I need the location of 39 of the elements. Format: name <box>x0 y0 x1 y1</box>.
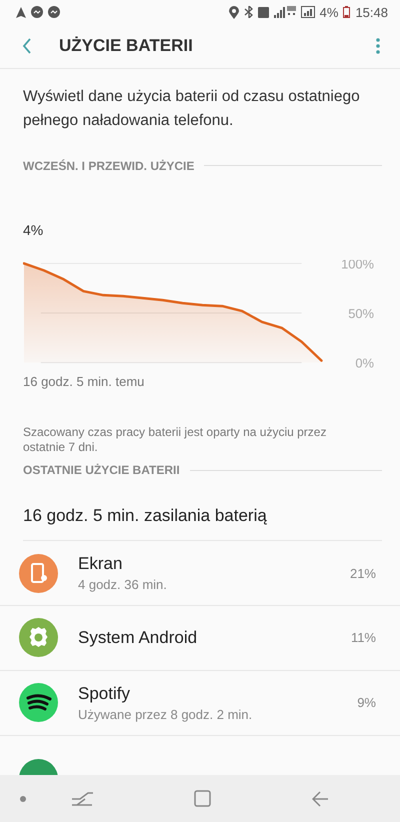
section-header: WCZEŚN. I PRZEWID. UŻYCIE <box>23 158 194 173</box>
axis-label: 0% <box>355 355 374 370</box>
navigation-icon <box>16 6 26 18</box>
estimate-note: Szacowany czas pracy baterii jest oparty na użyciu przez ostatnie 7 dni. <box>23 424 328 455</box>
location-icon <box>228 6 239 18</box>
bluetooth-icon <box>244 6 253 18</box>
battery-percent: 4% <box>320 4 338 20</box>
lte-signal-icon <box>274 6 296 18</box>
usage-time: 4 godz. 36 min. <box>78 577 168 592</box>
signal-icon <box>300 6 315 18</box>
app-name: System Android <box>78 628 198 648</box>
more-options-icon[interactable] <box>376 38 380 54</box>
clock: 15:48 <box>355 4 388 20</box>
messenger-icon <box>48 6 60 18</box>
app-icon <box>19 758 58 775</box>
usage-percent: 11% <box>350 630 376 646</box>
messenger-icon <box>31 6 43 18</box>
spotify-app-icon <box>19 683 58 722</box>
time-label: 16 godz. 5 min. temu <box>23 374 146 389</box>
screen-app-icon <box>19 554 58 593</box>
app-name: Ekran <box>78 554 124 574</box>
usage-percent: 9% <box>357 695 376 710</box>
battery-low-icon <box>343 6 350 18</box>
home-icon[interactable] <box>194 790 211 807</box>
sim-icon <box>258 6 269 18</box>
description: Wyświetl dane użycia baterii od czasu ostatniego pełnego naładowania telefonu. <box>23 87 361 131</box>
current-level: 4% <box>23 222 44 238</box>
section-header: OSTATNIE UŻYCIE BATERII <box>23 463 180 478</box>
dot-icon <box>20 796 26 802</box>
system-app-icon <box>19 618 58 658</box>
back-icon[interactable] <box>312 790 330 806</box>
page-title: UŻYCIE BATERII <box>59 36 194 56</box>
recent-apps-icon[interactable] <box>70 790 93 806</box>
back-icon[interactable] <box>22 38 32 54</box>
usage-time: Używane przez 8 godz. 2 min. <box>78 706 254 722</box>
battery-summary: 16 godz. 5 min. zasilania baterią <box>23 506 382 542</box>
axis-label: 50% <box>348 306 374 321</box>
app-name: Spotify <box>78 684 131 704</box>
usage-percent: 21% <box>350 566 376 581</box>
